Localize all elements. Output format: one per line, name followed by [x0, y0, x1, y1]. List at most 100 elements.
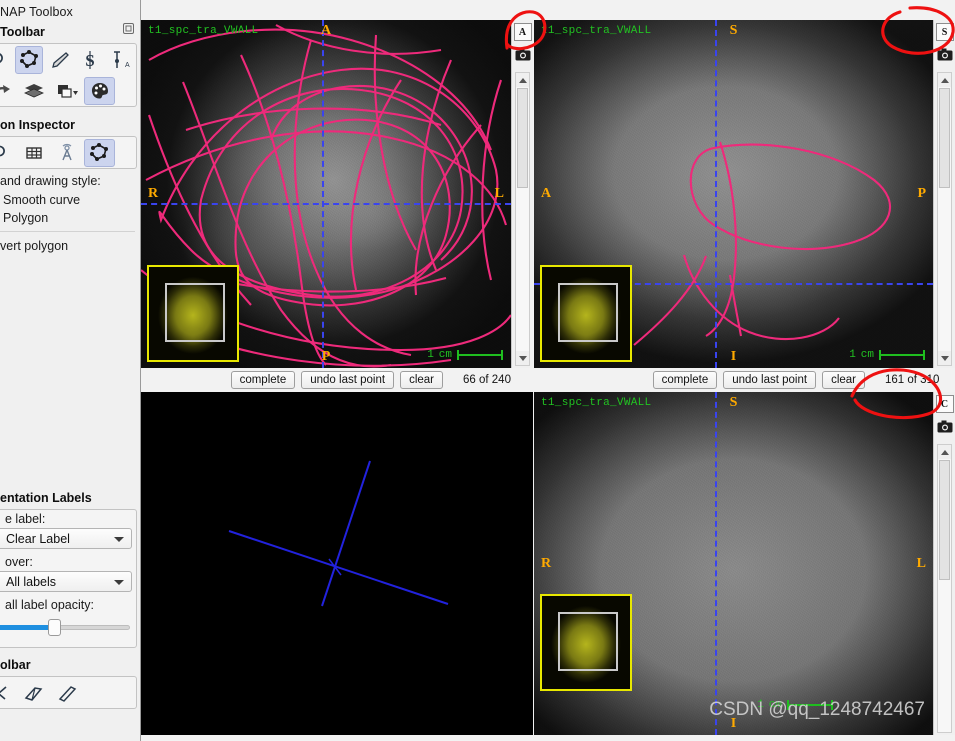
- camera-icon: [515, 48, 531, 64]
- palette-icon: [90, 81, 110, 101]
- coronal-thumbnail-viewport-rect[interactable]: [558, 612, 618, 671]
- bottom-edge: [141, 735, 955, 741]
- antenna-icon: [57, 143, 77, 163]
- axial-complete-button[interactable]: complete: [230, 371, 296, 389]
- chevron-down-icon: [114, 536, 124, 542]
- scrollbar-thumb[interactable]: [939, 88, 950, 188]
- triangle-up-icon: [518, 77, 527, 83]
- slider-knob[interactable]: [48, 619, 62, 636]
- sagittal-clear-button[interactable]: clear: [822, 371, 865, 389]
- main-toolbar-group: S Ab: [0, 43, 137, 107]
- sagittal-crosshair-vertical[interactable]: [715, 20, 717, 368]
- magnifier-icon: [0, 143, 11, 163]
- axial-scale-unit: cm: [438, 349, 452, 361]
- polygon-tool[interactable]: [15, 45, 44, 74]
- coronal-orientation-right: L: [916, 555, 926, 571]
- scroll-up-button[interactable]: [938, 445, 951, 459]
- sagittal-orientation-top: S: [729, 23, 738, 38]
- segmentation-labels-header: entation Labels: [0, 491, 92, 505]
- axial-slice-scrollbar[interactable]: [515, 72, 530, 366]
- sagittal-view-cell: t1_spc_tra_VWALL S I A P 1 cm S: [534, 20, 955, 368]
- sagittal-thumbnail-viewport-rect[interactable]: [558, 283, 618, 342]
- paintbrush-tool[interactable]: [45, 46, 73, 74]
- sagittal-side-strip: S: [933, 20, 955, 368]
- coronal-viewport[interactable]: t1_spc_tra_VWALL S I R L 1 cm CSDN @qq_1…: [534, 392, 933, 735]
- sagittal-slice-scrollbar[interactable]: [937, 72, 952, 366]
- palette-button[interactable]: [84, 76, 115, 105]
- coronal-image-label: t1_spc_tra_VWALL: [541, 397, 652, 409]
- coronal-crosshair-vertical[interactable]: [715, 392, 717, 735]
- coronal-orientation-toggle[interactable]: C: [935, 395, 954, 413]
- crosshair-3d-tool[interactable]: [0, 679, 16, 707]
- axial-slice-counter: 66 of 240: [463, 374, 511, 386]
- active-label-dropdown[interactable]: Clear Label: [0, 528, 132, 549]
- layout-button[interactable]: [51, 77, 82, 105]
- active-label-value: Clear Label: [6, 531, 70, 546]
- sagittal-scale-value: 1: [849, 349, 856, 361]
- polygon-icon: [89, 142, 110, 163]
- axial-thumbnail-viewport-rect[interactable]: [165, 283, 225, 342]
- popout-icon[interactable]: [123, 23, 134, 37]
- axial-screenshot-button[interactable]: [513, 46, 533, 66]
- axial-polygon-controls: complete undo last point clear 66 of 240: [141, 369, 533, 391]
- scrollbar-thumb[interactable]: [517, 88, 528, 188]
- scroll-down-button[interactable]: [516, 351, 529, 365]
- scalpel-icon: [23, 683, 45, 703]
- coronal-thumbnail[interactable]: [540, 594, 632, 691]
- axial-orientation-bottom: P: [321, 349, 331, 364]
- main-toolbar-row-1: S Ab: [0, 44, 136, 75]
- axial-image-label: t1_spc_tra_VWALL: [148, 25, 259, 37]
- grid-icon: [25, 144, 43, 162]
- axial-orientation-toggle[interactable]: A: [513, 23, 532, 41]
- axial-crosshair-vertical[interactable]: [322, 20, 324, 368]
- axial-thumbnail[interactable]: [147, 265, 239, 362]
- inspector-tab-contrast[interactable]: [51, 139, 82, 167]
- active-label-caption: e label:: [5, 512, 46, 526]
- sagittal-complete-button[interactable]: complete: [652, 371, 718, 389]
- sagittal-orientation-toggle[interactable]: S: [935, 23, 954, 41]
- inspector-tab-zoom[interactable]: [0, 139, 16, 167]
- snake-tool[interactable]: S: [76, 46, 104, 74]
- spray-icon: [56, 683, 78, 703]
- radio-smooth-curve-label: Smooth curve: [3, 193, 81, 207]
- left-control-panel: NAP Toolbox Toolbar A on Inspector and d…: [0, 0, 141, 741]
- layers-button[interactable]: [18, 77, 49, 105]
- axial-crosshair-horizontal[interactable]: [141, 203, 511, 205]
- coronal-screenshot-button[interactable]: [935, 418, 955, 438]
- inspector-tab-grid[interactable]: [18, 139, 49, 167]
- scroll-up-button[interactable]: [938, 73, 951, 87]
- sagittal-undo-last-point-button[interactable]: undo last point: [723, 371, 817, 389]
- csdn-watermark: CSDN @qq_1248742467: [709, 699, 925, 720]
- sagittal-orientation-bottom: I: [730, 349, 737, 364]
- radio-polygon[interactable]: Polygon: [0, 209, 140, 227]
- label-opacity-slider[interactable]: [0, 619, 130, 636]
- spray-tool[interactable]: [51, 679, 82, 707]
- coronal-slice-scrollbar[interactable]: [937, 444, 952, 733]
- axial-viewport[interactable]: t1_spc_tra_VWALL A P R L 1 cm: [141, 20, 511, 368]
- sagittal-screenshot-button[interactable]: [935, 46, 955, 66]
- opacity-caption: all label opacity:: [5, 598, 94, 612]
- scalpel-tool[interactable]: [18, 679, 49, 707]
- radio-smooth-curve[interactable]: Smooth curve: [0, 191, 140, 209]
- axial-orientation-right: L: [494, 186, 504, 201]
- scrollbar-thumb[interactable]: [939, 460, 950, 580]
- axial-clear-button[interactable]: clear: [400, 371, 443, 389]
- crosshair-zoom-tool[interactable]: [0, 46, 13, 74]
- scroll-up-button[interactable]: [516, 73, 529, 87]
- axial-side-strip: A: [511, 20, 533, 368]
- scroll-down-button[interactable]: [938, 351, 951, 365]
- axial-scale-value: 1: [427, 349, 434, 361]
- paint-over-dropdown[interactable]: All labels: [0, 571, 132, 592]
- three-d-render-view[interactable]: [141, 392, 533, 735]
- redo-button[interactable]: [0, 77, 16, 105]
- axial-undo-last-point-button[interactable]: undo last point: [301, 371, 395, 389]
- itk-snap-window: NAP Toolbox Toolbar A on Inspector and d…: [0, 0, 955, 741]
- inspector-tab-polygon[interactable]: [84, 138, 115, 167]
- camera-icon: [937, 420, 953, 436]
- annotation-tool[interactable]: Ab: [106, 46, 134, 74]
- invert-polygon-button[interactable]: vert polygon: [0, 236, 140, 256]
- sagittal-viewport[interactable]: t1_spc_tra_VWALL S I A P 1 cm: [534, 20, 933, 368]
- bottom-toolbar-group: [0, 676, 137, 709]
- sagittal-thumbnail[interactable]: [540, 265, 632, 362]
- bottom-toolbar-header: olbar: [0, 658, 31, 672]
